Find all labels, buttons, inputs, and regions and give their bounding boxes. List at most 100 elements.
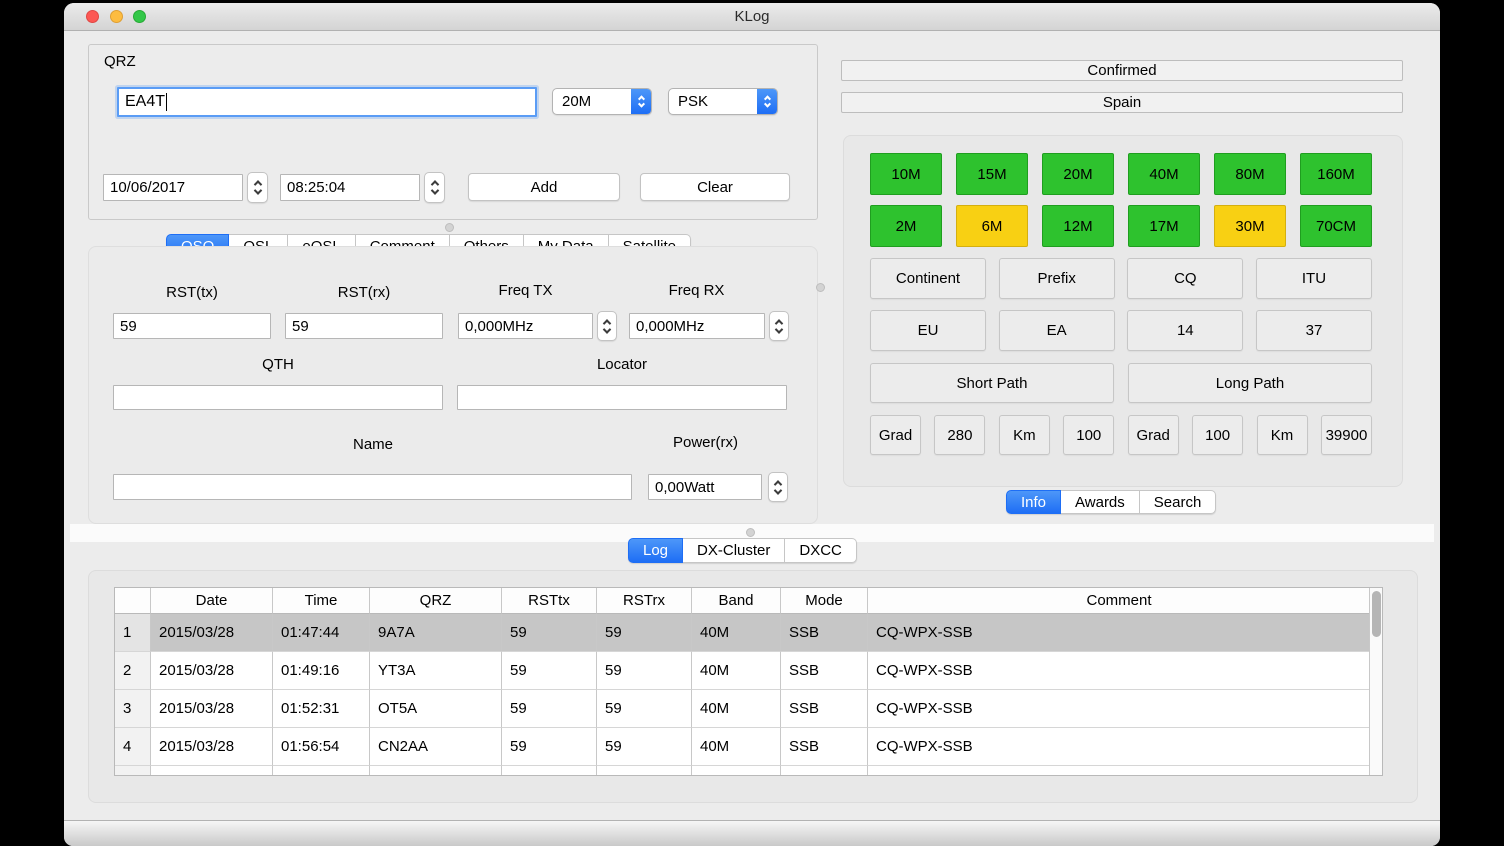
cell-qrz: 9A7A [370,614,502,652]
power-rx-stepper[interactable] [768,472,788,502]
add-button[interactable]: Add [468,173,620,201]
path-stat-grad[interactable]: Grad [870,415,921,455]
band-select[interactable]: 20M [552,88,652,115]
column-header-band[interactable]: Band [692,588,781,614]
path-stat-280[interactable]: 280 [934,415,985,455]
time-input[interactable]: 08:25:04 [280,174,420,201]
band-select-arrows-icon[interactable] [631,89,651,114]
entity-name-bar: Spain [841,92,1403,113]
path-stat-km[interactable]: Km [1257,415,1308,455]
band-status-70cm[interactable]: 70CM [1300,205,1372,247]
freq-rx-stepper[interactable] [769,311,789,341]
path-stat-km[interactable]: Km [999,415,1050,455]
dx-value-37[interactable]: 37 [1256,310,1372,351]
freq-tx-stepper[interactable] [597,311,617,341]
cell-time: 01:49:16 [273,652,370,690]
cell-date: 2015/03/28 [151,652,273,690]
tab-log[interactable]: Log [628,538,683,563]
tab-awards[interactable]: Awards [1061,490,1140,514]
table-row-ot5a[interactable]: 32015/03/2801:52:31OT5A595940MSSBCQ-WPX-… [115,690,1371,728]
qth-input[interactable] [113,385,443,410]
splitter-handle-top[interactable] [445,223,454,232]
name-input[interactable] [113,474,632,500]
path-stat-100[interactable]: 100 [1063,415,1114,455]
column-header-rsttx[interactable]: RSTtx [502,588,597,614]
dx-value-14[interactable]: 14 [1127,310,1243,351]
tab-info[interactable]: Info [1006,490,1061,514]
band-status-17m[interactable]: 17M [1128,205,1200,247]
tab-search[interactable]: Search [1140,490,1217,514]
locator-input[interactable] [457,385,787,410]
band-status-20m[interactable]: 20M [1042,153,1114,195]
freq-tx-input[interactable]: 0,000MHz [458,313,593,339]
band-status-6m[interactable]: 6M [956,205,1028,247]
dx-value-ea[interactable]: EA [999,310,1115,351]
cell-time: 01:52:31 [273,690,370,728]
cell-date: 2015/03/28 [151,690,273,728]
rst-tx-input[interactable]: 59 [113,313,271,339]
dx-header-cq[interactable]: CQ [1127,258,1243,299]
cell-rsttx: 59 [502,652,597,690]
window-title: KLog [64,8,1440,25]
rst-rx-input[interactable]: 59 [285,313,443,339]
cell-date: 2015/03/28 [151,614,273,652]
splitter-handle-middle[interactable] [816,283,825,292]
table-row-empty [115,766,1371,776]
mode-select[interactable]: PSK [668,88,778,115]
table-row-cn2aa[interactable]: 42015/03/2801:56:54CN2AA595940MSSBCQ-WPX… [115,728,1371,766]
table-row-yt3a[interactable]: 22015/03/2801:49:16YT3A595940MSSBCQ-WPX-… [115,652,1371,690]
dx-header-continent[interactable]: Continent [870,258,986,299]
column-header-qrz[interactable]: QRZ [370,588,502,614]
column-header-comment[interactable]: Comment [868,588,1371,614]
short-path-button[interactable]: Short Path [870,363,1114,403]
dx-value-row: EU EA 14 37 [870,310,1372,351]
splitter-handle-bottom[interactable] [746,528,755,537]
info-tab-bar: InfoAwardsSearch [1006,490,1216,514]
dx-header-itu[interactable]: ITU [1256,258,1372,299]
band-status-15m[interactable]: 15M [956,153,1028,195]
dx-header-prefix[interactable]: Prefix [999,258,1115,299]
log-table-scrollbar[interactable] [1369,588,1382,775]
log-table-body: 12015/03/2801:47:449A7A595940MSSBCQ-WPX-… [115,614,1382,776]
path-stat-39900[interactable]: 39900 [1321,415,1372,455]
band-status-40m[interactable]: 40M [1128,153,1200,195]
dx-value-eu[interactable]: EU [870,310,986,351]
tab-dxcc[interactable]: DXCC [785,538,857,563]
column-header-date[interactable]: Date [151,588,273,614]
tab-dx-cluster[interactable]: DX-Cluster [683,538,785,563]
qth-label: QTH [113,356,443,373]
long-path-button[interactable]: Long Path [1128,363,1372,403]
path-stat-100[interactable]: 100 [1192,415,1243,455]
path-stat-grad[interactable]: Grad [1128,415,1179,455]
column-header-rstrx[interactable]: RSTrx [597,588,692,614]
scrollbar-thumb[interactable] [1372,591,1381,637]
time-step-down-icon[interactable] [430,186,438,194]
band-status-10m[interactable]: 10M [870,153,942,195]
column-header-mode[interactable]: Mode [781,588,868,614]
column-header-row-number[interactable] [115,588,151,614]
table-row-9a7a[interactable]: 12015/03/2801:47:449A7A595940MSSBCQ-WPX-… [115,614,1371,652]
cell-rstrx: 59 [597,652,692,690]
band-status-12m[interactable]: 12M [1042,205,1114,247]
freq-rx-input[interactable]: 0,000MHz [629,313,765,339]
log-table: DateTimeQRZRSTtxRSTrxBandModeComment 120… [114,587,1383,776]
clear-button[interactable]: Clear [640,173,790,201]
log-table-header: DateTimeQRZRSTtxRSTrxBandModeComment [115,588,1371,614]
cell-rstrx: 59 [597,614,692,652]
column-header-time[interactable]: Time [273,588,370,614]
power-rx-input[interactable]: 0,00Watt [648,474,762,500]
band-status-2m[interactable]: 2M [870,205,942,247]
band-status-30m[interactable]: 30M [1214,205,1286,247]
freq-tx-label: Freq TX [458,282,593,299]
band-status-160m[interactable]: 160M [1300,153,1372,195]
time-stepper[interactable] [424,172,445,203]
mode-select-arrows-icon[interactable] [757,89,777,114]
date-input[interactable]: 10/06/2017 [103,174,243,201]
callsign-input[interactable]: EA4T [117,87,537,117]
date-stepper[interactable] [247,172,268,203]
band-status-80m[interactable]: 80M [1214,153,1286,195]
date-step-down-icon[interactable] [253,186,261,194]
cell-comment: CQ-WPX-SSB [868,614,1371,652]
title-bar[interactable]: KLog [64,3,1440,31]
cell-qrz: YT3A [370,652,502,690]
